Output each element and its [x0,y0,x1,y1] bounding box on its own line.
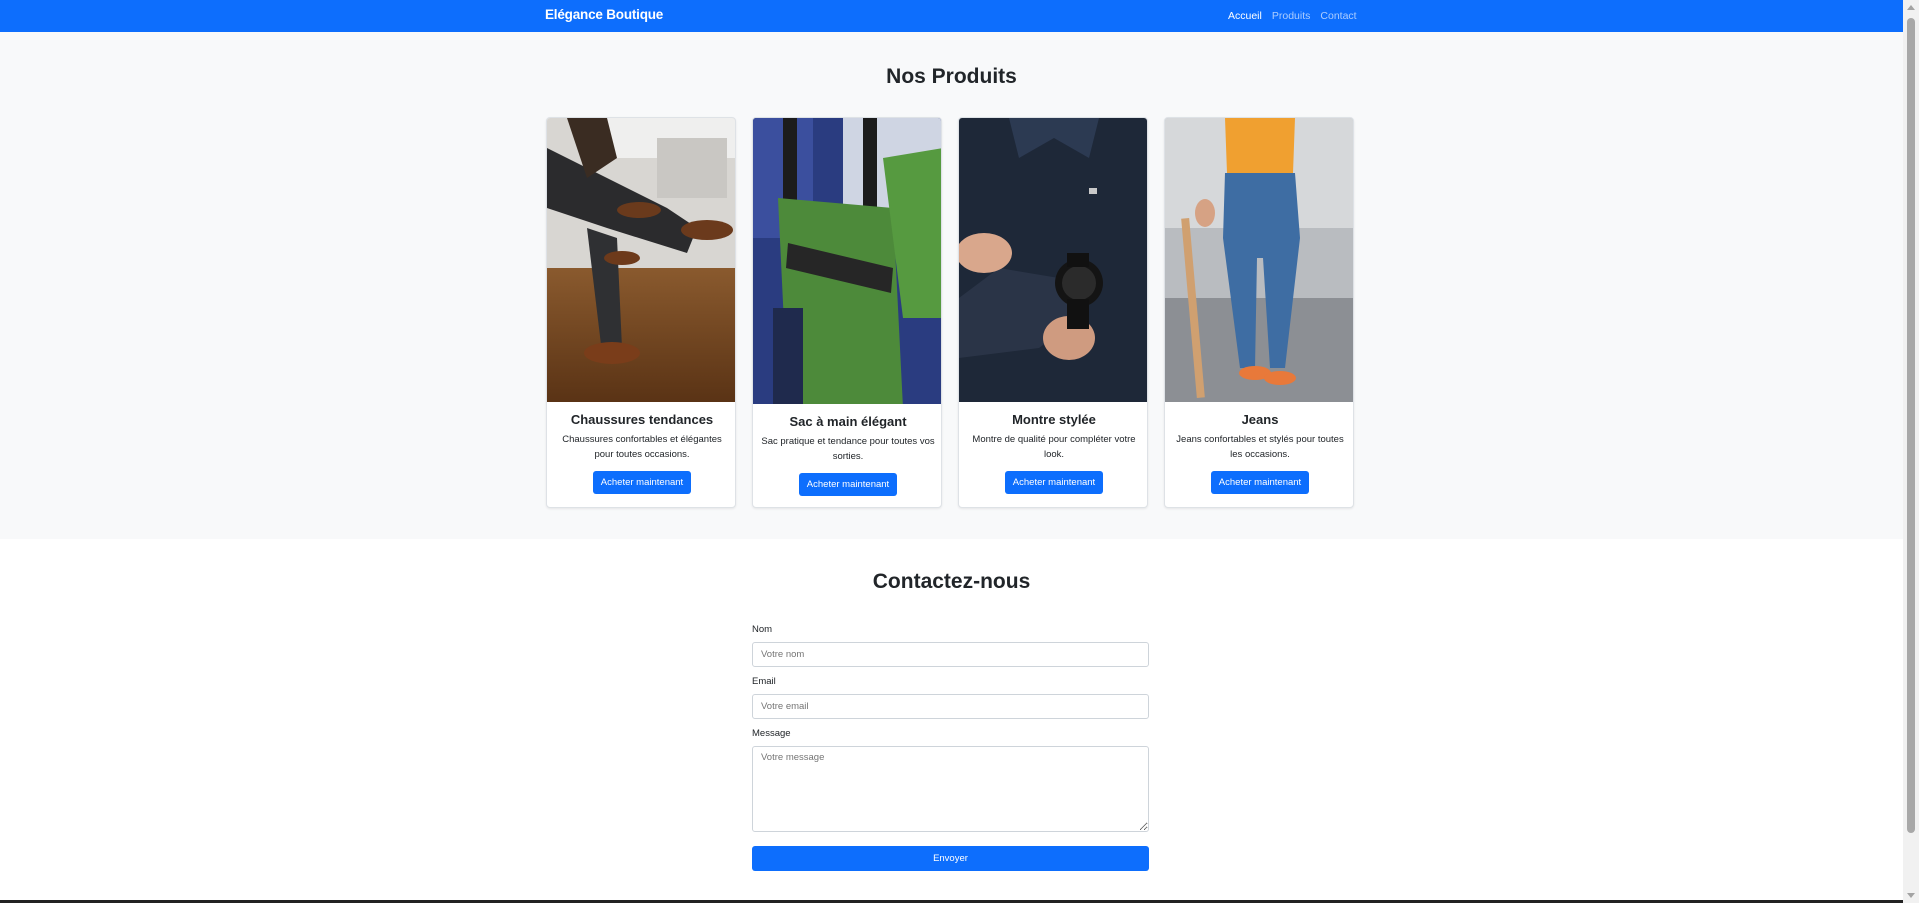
card-text: Sac pratique et tendance pour toutes vos… [761,436,935,462]
nav-link-contact[interactable]: Contact [1320,10,1356,22]
nav-links: Accueil Produits Contact [1228,10,1357,22]
products-section: Nos Produits Chaussures tendances Chauss… [0,32,1903,539]
email-label: Email [752,676,776,687]
vertical-scrollbar[interactable] [1903,0,1919,903]
card-body: Jeans Jeans confortables et stylés pour … [1165,412,1353,494]
card-text: Chaussures confortables et élégantes pou… [562,434,722,460]
contact-section: Contactez-nous Nom Email Message Envoyer [0,539,1903,903]
email-field[interactable] [752,694,1149,719]
watch-photo [959,118,1147,402]
card-title: Montre stylée [1012,412,1096,427]
nav-link-produits[interactable]: Produits [1272,10,1311,22]
product-card: Jeans Jeans confortables et stylés pour … [1164,117,1354,508]
name-label: Nom [752,624,773,635]
name-field[interactable] [752,642,1149,667]
message-group: Message [752,728,1149,837]
message-label: Message [752,728,791,739]
scroll-up-icon[interactable] [1907,5,1915,10]
product-card: Chaussures tendances Chaussures conforta… [546,117,736,508]
products-title: Nos Produits [886,65,1017,88]
buy-now-button[interactable]: Acheter maintenant [1210,471,1310,494]
card-body: Chaussures tendances Chaussures conforta… [547,412,735,494]
product-card: Montre stylée Montre de qualité pour com… [958,117,1148,508]
message-field[interactable] [752,746,1149,832]
buy-now-button[interactable]: Acheter maintenant [592,471,692,494]
navbar: Elégance Boutique Accueil Produits Conta… [0,0,1903,32]
page: Elégance Boutique Accueil Produits Conta… [0,0,1903,903]
shoes-photo [547,118,735,402]
card-body: Montre stylée Montre de qualité pour com… [959,412,1147,494]
email-group: Email [752,676,1149,719]
scroll-down-icon[interactable] [1907,893,1915,898]
bag-photo [753,118,941,404]
scroll-thumb[interactable] [1907,18,1915,833]
contact-title: Contactez-nous [872,570,1031,593]
nav-link-accueil[interactable]: Accueil [1228,10,1262,22]
contact-form: Nom Email Message Envoyer [752,624,1149,871]
card-text: Jeans confortables et stylés pour toutes… [1176,434,1344,460]
card-title: Jeans [1241,412,1279,427]
name-group: Nom [752,624,1149,667]
card-text: Montre de qualité pour compléter votre l… [972,434,1136,460]
buy-now-button[interactable]: Acheter maintenant [798,473,898,496]
card-title: Sac à main élégant [789,414,907,429]
card-body: Sac à main élégant Sac pratique et tenda… [753,414,941,496]
buy-now-button[interactable]: Acheter maintenant [1004,471,1104,494]
brand-logo[interactable]: Elégance Boutique [545,7,663,22]
product-card: Sac à main élégant Sac pratique et tenda… [752,117,942,508]
send-button[interactable]: Envoyer [752,846,1149,871]
card-title: Chaussures tendances [570,412,714,427]
jeans-photo [1165,118,1353,402]
